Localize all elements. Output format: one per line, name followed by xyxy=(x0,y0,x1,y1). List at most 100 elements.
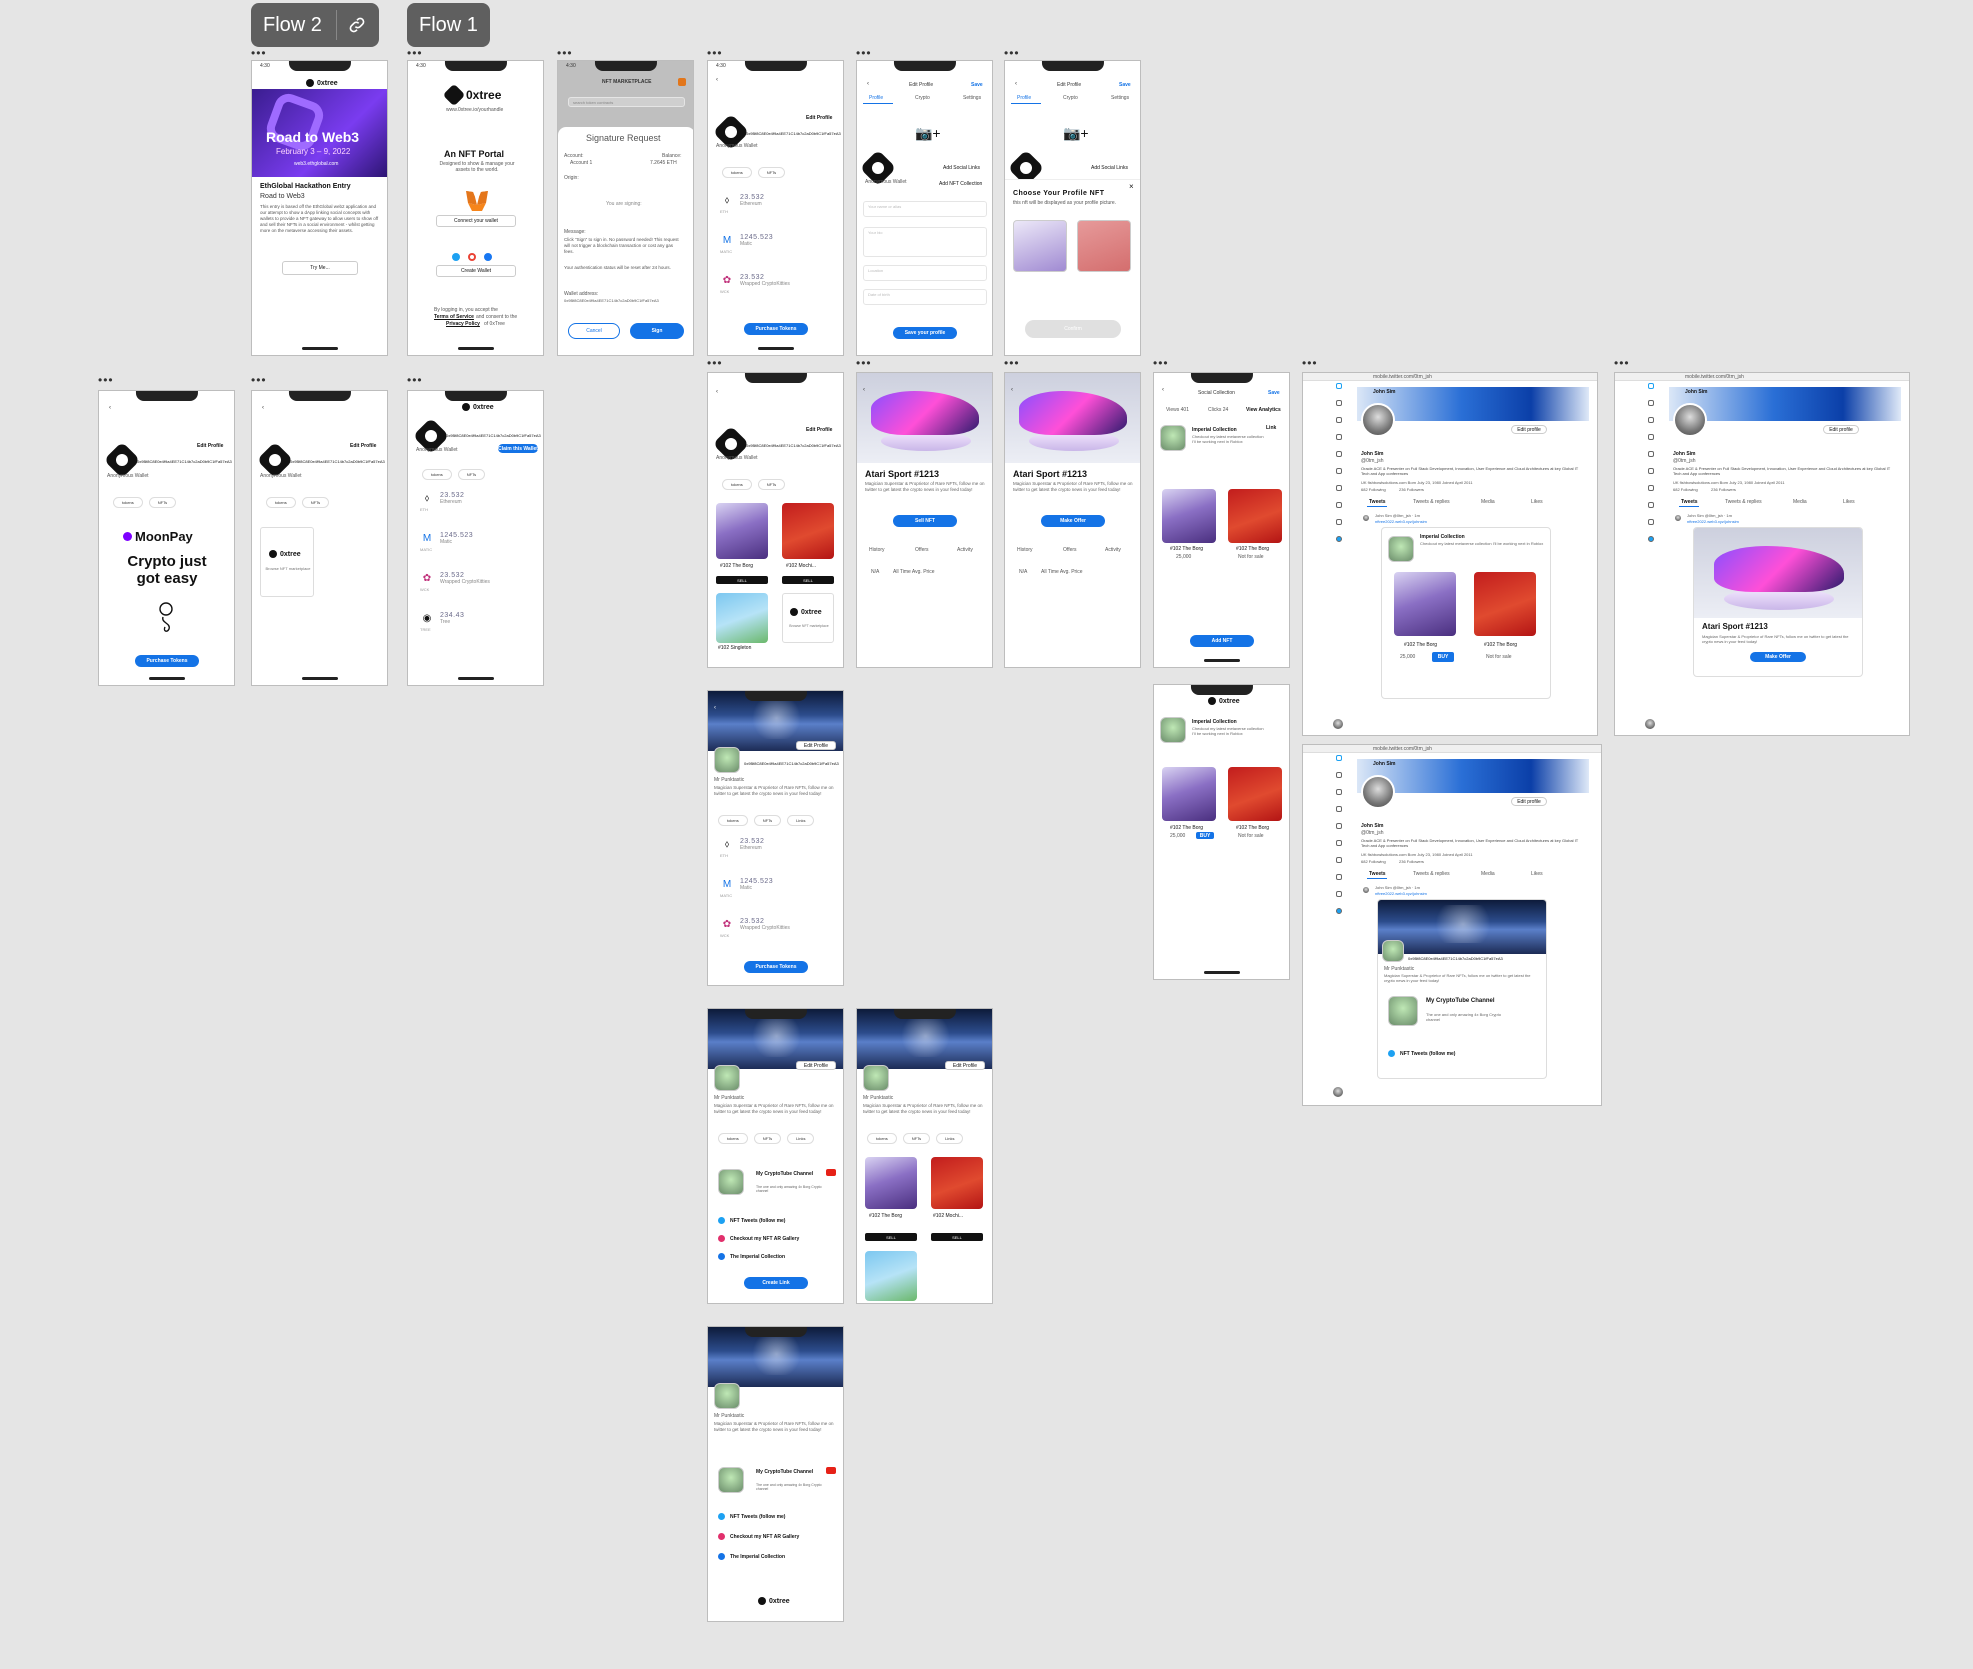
nft-card-borg[interactable] xyxy=(1162,489,1216,543)
tab-tokens[interactable]: tokens xyxy=(722,479,752,490)
frame-menu-icon[interactable]: ••• xyxy=(1153,357,1169,369)
buy-button[interactable]: BUY xyxy=(1196,832,1214,839)
tab-links[interactable]: Links xyxy=(787,815,815,826)
coin-row-matic[interactable]: M 1245.523 Matic MATIC xyxy=(720,233,773,255)
edit-profile-button[interactable]: Edit Profile xyxy=(796,1061,836,1070)
browse-nft-card[interactable]: 0xtree Browse NFT marketplace xyxy=(782,593,834,643)
edit-profile-button[interactable]: Edit Profile xyxy=(945,1061,985,1070)
frame-menu-icon[interactable]: ••• xyxy=(251,374,267,386)
tab-likes[interactable]: Likes xyxy=(1843,499,1855,505)
back-icon[interactable]: ‹ xyxy=(716,389,718,395)
tab-crypto[interactable]: Crypto xyxy=(915,95,930,101)
nft-card-borg[interactable] xyxy=(865,1157,917,1209)
tab-media[interactable]: Media xyxy=(1793,499,1807,505)
create-link-button[interactable]: Create Link xyxy=(744,1277,808,1289)
tab-profile[interactable]: Profile xyxy=(869,95,883,101)
link-imperial[interactable]: The Imperial Collection xyxy=(718,1253,785,1260)
save-profile-button[interactable]: Save your profile xyxy=(893,327,957,339)
nft-option-borg[interactable] xyxy=(1013,220,1067,272)
confirm-button[interactable]: Confirm xyxy=(1025,320,1121,338)
nft-card-mochi[interactable] xyxy=(782,503,834,559)
back-icon[interactable]: ‹ xyxy=(867,81,869,87)
purchase-tokens-button[interactable]: Purchase Tokens xyxy=(744,323,808,335)
frame-menu-icon[interactable]: ••• xyxy=(98,374,114,386)
coin-row-wck[interactable]: ✿ 23.532 Wrapped CryptoKitties WCK xyxy=(720,917,790,939)
terms-link[interactable]: Terms of Service xyxy=(434,314,474,320)
frame-menu-icon[interactable]: ••• xyxy=(407,47,423,59)
try-me-button[interactable]: Try Me... xyxy=(282,261,358,275)
frame-menu-icon[interactable]: ••• xyxy=(1004,357,1020,369)
tab-offers[interactable]: Offers xyxy=(1063,547,1077,553)
tab-activity[interactable]: Activity xyxy=(957,547,973,553)
back-icon[interactable]: ‹ xyxy=(863,387,865,393)
link-ar-gallery[interactable]: Checkout my NFT AR Gallery xyxy=(718,1235,799,1242)
back-icon[interactable]: ‹ xyxy=(1162,387,1164,393)
nft-card-singleton[interactable] xyxy=(865,1251,917,1301)
tab-history[interactable]: History xyxy=(1017,547,1033,553)
tab-profile[interactable]: Profile xyxy=(1017,95,1031,101)
tab-replies[interactable]: Tweets & replies xyxy=(1413,871,1450,877)
tweet-card-nft[interactable]: Atari Sport #1213 Magician Superstar & P… xyxy=(1693,527,1863,677)
tab-tokens[interactable]: tokens xyxy=(718,815,748,826)
tab-tweets[interactable]: Tweets xyxy=(1369,499,1386,505)
nft-card-mochi[interactable] xyxy=(931,1157,983,1209)
tab-settings[interactable]: Settings xyxy=(1111,95,1129,101)
make-offer-button[interactable]: Make Offer xyxy=(1041,515,1105,527)
coin-row-eth[interactable]: ⬨ 23.532 Ethereum ETH xyxy=(720,193,764,215)
metamask-fox-icon[interactable] xyxy=(464,189,490,213)
make-offer-button[interactable]: Make Offer xyxy=(1750,652,1806,662)
back-icon[interactable]: ‹ xyxy=(1015,81,1017,87)
frame-menu-icon[interactable]: ••• xyxy=(707,47,723,59)
google-icon[interactable] xyxy=(468,253,476,261)
tab-settings[interactable]: Settings xyxy=(963,95,981,101)
tab-links[interactable]: Links xyxy=(936,1133,964,1144)
add-nft-button[interactable]: Add NFT xyxy=(1190,635,1254,647)
coin-row-wck[interactable]: ✿ 23.532 Wrapped CryptoKitties WCK xyxy=(720,273,790,295)
add-social-links-button[interactable]: Add Social Links xyxy=(943,165,980,171)
coin-row-eth[interactable]: ⬨ 23.532 Ethereum ETH xyxy=(420,491,464,513)
save-button[interactable]: Save xyxy=(971,82,983,88)
edit-profile-button[interactable]: Edit Profile xyxy=(806,115,832,121)
tab-nfts[interactable]: NFTs xyxy=(757,167,786,178)
bio-input[interactable]: Your bio xyxy=(863,227,987,257)
privacy-link[interactable]: Privacy Policy xyxy=(446,321,480,327)
tweet-card-collection[interactable]: Imperial Collection Checkout my latest m… xyxy=(1381,527,1551,699)
coin-row-tree[interactable]: ◉ 234.43 Tree TREE xyxy=(420,611,464,633)
tab-tokens[interactable]: tokens xyxy=(422,469,452,480)
tab-nfts[interactable]: NFTs xyxy=(753,815,782,826)
link-ar-gallery[interactable]: Checkout my NFT AR Gallery xyxy=(718,1533,799,1540)
save-button[interactable]: Save xyxy=(1268,390,1280,396)
sell-button[interactable]: SELL xyxy=(931,1233,983,1241)
frame-menu-icon[interactable]: ••• xyxy=(251,47,267,59)
cancel-button[interactable]: Cancel xyxy=(568,323,620,339)
sell-button[interactable]: SELL xyxy=(716,576,768,584)
camera-add-icon[interactable]: 📷+ xyxy=(915,125,941,142)
tab-media[interactable]: Media xyxy=(1481,499,1495,505)
camera-add-icon[interactable]: 📷+ xyxy=(1063,125,1089,142)
sign-button[interactable]: Sign xyxy=(630,323,684,339)
tab-nfts[interactable]: NFTs xyxy=(301,497,330,508)
tab-tokens[interactable]: tokens xyxy=(266,497,296,508)
search-input[interactable]: search token contracts xyxy=(568,97,685,107)
back-icon[interactable]: ‹ xyxy=(714,705,716,711)
connect-wallet-button[interactable]: Connect your wallet xyxy=(436,215,516,227)
tab-tokens[interactable]: tokens xyxy=(113,497,143,508)
link-nft-tweets[interactable]: NFT Tweets (follow me) xyxy=(1388,1050,1455,1057)
tab-nfts[interactable]: NFTs xyxy=(753,1133,782,1144)
link-icon[interactable] xyxy=(335,10,367,40)
tab-tweets[interactable]: Tweets xyxy=(1369,871,1386,877)
back-icon[interactable]: ‹ xyxy=(262,405,264,411)
link-nft-tweets[interactable]: NFT Tweets (follow me) xyxy=(718,1513,785,1520)
coin-row-matic[interactable]: M 1245.523 Matic MATIC xyxy=(420,531,473,553)
tab-crypto[interactable]: Crypto xyxy=(1063,95,1078,101)
add-nft-collection-button[interactable]: Add NFT Collection xyxy=(939,181,982,187)
back-icon[interactable]: ‹ xyxy=(1011,387,1013,393)
add-social-links-button[interactable]: Add Social Links xyxy=(1091,165,1128,171)
save-button[interactable]: Save xyxy=(1119,82,1131,88)
tab-nfts[interactable]: NFTs xyxy=(148,497,177,508)
edit-profile-button[interactable]: Edit Profile xyxy=(197,443,223,449)
tab-tokens[interactable]: tokens xyxy=(722,167,752,178)
tab-tweets[interactable]: Tweets xyxy=(1681,499,1698,505)
create-wallet-button[interactable]: Create Wallet xyxy=(436,265,516,277)
flow-1-button[interactable]: Flow 1 xyxy=(407,3,490,47)
